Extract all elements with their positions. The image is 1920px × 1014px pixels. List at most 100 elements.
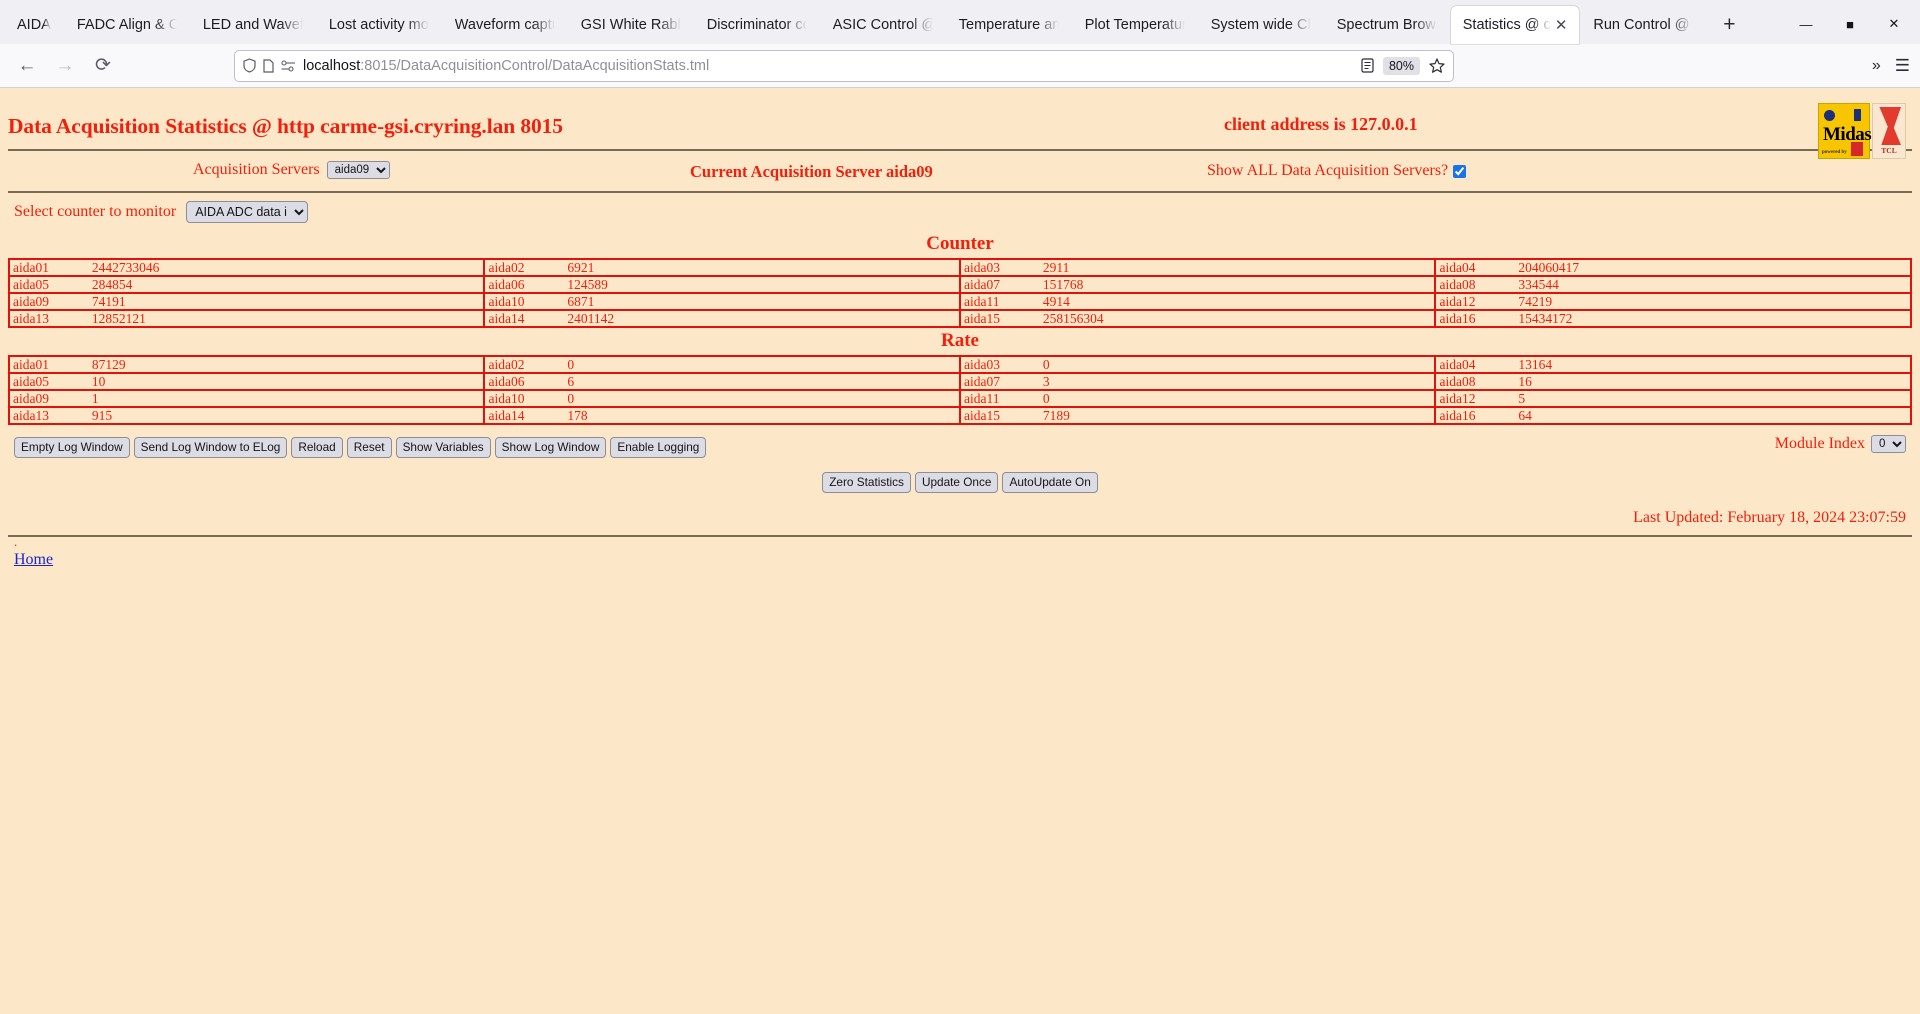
reload-icon[interactable]: ⟳ bbox=[86, 49, 120, 83]
show-variables-button[interactable]: Show Variables bbox=[395, 437, 491, 458]
tab-label: AIDA bbox=[17, 17, 51, 33]
cell-name: aida13 bbox=[8, 406, 70, 425]
tab-label: Waveform captu bbox=[454, 17, 555, 33]
tab-label: System wide Ch bbox=[1210, 17, 1311, 33]
cell-name: aida11 bbox=[958, 292, 1021, 311]
cell-value: 6921 bbox=[545, 258, 961, 277]
home-link-wrap: Home bbox=[8, 547, 1912, 569]
browser-chrome: AIDA FADC Align & C LED and Wavefo Lost … bbox=[0, 0, 1920, 88]
cell-name: aida03 bbox=[958, 355, 1021, 374]
browser-tab-1[interactable]: FADC Align & C bbox=[65, 6, 189, 44]
browser-tab-6[interactable]: Discriminator co bbox=[695, 6, 819, 44]
browser-tab-12-active[interactable]: Statistics @ c ✕ bbox=[1450, 6, 1580, 44]
show-all-servers-label: Show ALL Data Acquisition Servers? bbox=[1207, 162, 1449, 179]
rate-table-title: Rate bbox=[941, 330, 979, 351]
browser-tab-11[interactable]: Spectrum Brows bbox=[1325, 6, 1449, 44]
zoom-level-badge[interactable]: 80% bbox=[1382, 56, 1420, 75]
cell-value: 10 bbox=[69, 372, 486, 391]
forward-icon[interactable]: → bbox=[48, 49, 82, 83]
last-updated-text: Last Updated: February 18, 2024 23:07:59 bbox=[1633, 509, 1906, 526]
cell-name: aida15 bbox=[958, 309, 1021, 328]
browser-tab-7[interactable]: ASIC Control @ bbox=[821, 6, 945, 44]
cell-name: aida06 bbox=[483, 372, 546, 391]
midas-logo-text: Midas bbox=[1823, 124, 1872, 145]
cell-value: 334544 bbox=[1496, 275, 1912, 294]
cell-name: aida04 bbox=[1434, 258, 1497, 277]
empty-log-window-button[interactable]: Empty Log Window bbox=[14, 437, 130, 458]
address-bar[interactable]: localhost:8015/DataAcquisitionControl/Da… bbox=[234, 49, 1454, 82]
autoupdate-on-button[interactable]: AutoUpdate On bbox=[1002, 472, 1098, 493]
permissions-icon[interactable] bbox=[281, 59, 296, 72]
browser-tab-13[interactable]: Run Control @ c bbox=[1581, 6, 1705, 44]
counter-select[interactable]: AIDA ADC data items bbox=[186, 201, 309, 223]
star-icon[interactable] bbox=[1429, 58, 1445, 73]
tab-label: Run Control @ c bbox=[1593, 17, 1694, 33]
cell-name: aida09 bbox=[8, 389, 70, 408]
cell-name: aida09 bbox=[8, 292, 70, 311]
cell-value: 204060417 bbox=[1496, 258, 1912, 277]
update-once-button[interactable]: Update Once bbox=[914, 472, 999, 493]
browser-tab-3[interactable]: Lost activity mo bbox=[317, 6, 441, 44]
home-link[interactable]: Home bbox=[14, 551, 53, 568]
rate-table: aida01 87129 aida02 0 aida03 0 aida04 13… bbox=[8, 355, 1912, 425]
close-icon[interactable]: ✕ bbox=[1555, 18, 1568, 33]
acquisition-servers-control: Acquisition Servers aida09 bbox=[193, 161, 390, 179]
cell-value: 4914 bbox=[1020, 292, 1437, 311]
cell-name: aida08 bbox=[1434, 275, 1497, 294]
module-index-select[interactable]: 0 bbox=[1871, 435, 1906, 453]
shield-icon bbox=[243, 58, 256, 73]
browser-tab-2[interactable]: LED and Wavefo bbox=[191, 6, 315, 44]
cell-name: aida03 bbox=[958, 258, 1021, 277]
show-all-servers-checkbox[interactable] bbox=[1453, 164, 1467, 178]
client-address: client address is 127.0.0.1 bbox=[1224, 114, 1418, 134]
page-content: Data Acquisition Statistics @ http carme… bbox=[0, 88, 1920, 1014]
cell-value: 258156304 bbox=[1020, 309, 1437, 328]
browser-tab-9[interactable]: Plot Temperatur bbox=[1073, 6, 1197, 44]
cell-name: aida12 bbox=[1434, 389, 1497, 408]
tab-strip: AIDA FADC Align & C LED and Wavefo Lost … bbox=[0, 0, 1920, 44]
toolbar-end: » ☰ bbox=[1854, 56, 1910, 76]
table-row: aida13 12852121 aida14 2401142 aida15 25… bbox=[8, 309, 1912, 328]
app-menu-icon[interactable]: ☰ bbox=[1895, 56, 1910, 76]
send-log-window-to-elog-button[interactable]: Send Log Window to ELog bbox=[133, 437, 288, 458]
cell-value: 3 bbox=[1020, 372, 1437, 391]
cell-value: 2401142 bbox=[545, 309, 961, 328]
cell-name: aida10 bbox=[483, 389, 546, 408]
browser-tab-10[interactable]: System wide Ch bbox=[1199, 6, 1323, 44]
navigation-toolbar: ← → ⟳ localhost:8015/DataAcquisitionCont… bbox=[0, 44, 1920, 88]
cell-name: aida01 bbox=[8, 258, 70, 277]
back-icon[interactable]: ← bbox=[10, 49, 44, 83]
maximize-icon[interactable]: ■ bbox=[1828, 8, 1872, 40]
browser-tab-4[interactable]: Waveform captu bbox=[443, 6, 567, 44]
reader-mode-icon[interactable] bbox=[1361, 58, 1374, 73]
show-log-window-button[interactable]: Show Log Window bbox=[494, 437, 607, 458]
table-row: aida01 2442733046 aida02 6921 aida03 291… bbox=[8, 258, 1912, 277]
cell-name: aida16 bbox=[1434, 406, 1497, 425]
page-icon bbox=[263, 58, 274, 73]
cell-value: 0 bbox=[1020, 355, 1437, 374]
cell-name: aida05 bbox=[8, 372, 70, 391]
browser-tab-0[interactable]: AIDA bbox=[5, 6, 63, 44]
overflow-chevron-icon[interactable]: » bbox=[1872, 57, 1881, 75]
window-close-icon[interactable]: ✕ bbox=[1872, 8, 1916, 40]
tab-label: Temperature an bbox=[958, 17, 1059, 33]
address-bar-actions: 80% bbox=[1361, 56, 1445, 75]
tab-label: FADC Align & C bbox=[76, 17, 177, 33]
cell-value: 6 bbox=[545, 372, 961, 391]
acquisition-servers-select[interactable]: aida09 bbox=[326, 161, 390, 179]
reset-button[interactable]: Reset bbox=[346, 437, 392, 458]
minimize-icon[interactable]: — bbox=[1784, 8, 1828, 40]
cell-value: 151768 bbox=[1020, 275, 1437, 294]
browser-tab-8[interactable]: Temperature an bbox=[947, 6, 1071, 44]
cell-name: aida07 bbox=[958, 275, 1021, 294]
cell-value: 284854 bbox=[69, 275, 486, 294]
browser-tab-5[interactable]: GSI White Rabbi bbox=[569, 6, 693, 44]
cell-value: 7189 bbox=[1020, 406, 1437, 425]
zero-statistics-button[interactable]: Zero Statistics bbox=[822, 472, 911, 493]
tcl-logo-swoosh bbox=[1879, 107, 1901, 145]
new-tab-button[interactable]: + bbox=[1712, 8, 1746, 42]
enable-logging-button[interactable]: Enable Logging bbox=[610, 437, 707, 458]
reload-button[interactable]: Reload bbox=[291, 437, 343, 458]
cell-name: aida02 bbox=[483, 355, 546, 374]
tab-label: Spectrum Brows bbox=[1336, 17, 1437, 33]
